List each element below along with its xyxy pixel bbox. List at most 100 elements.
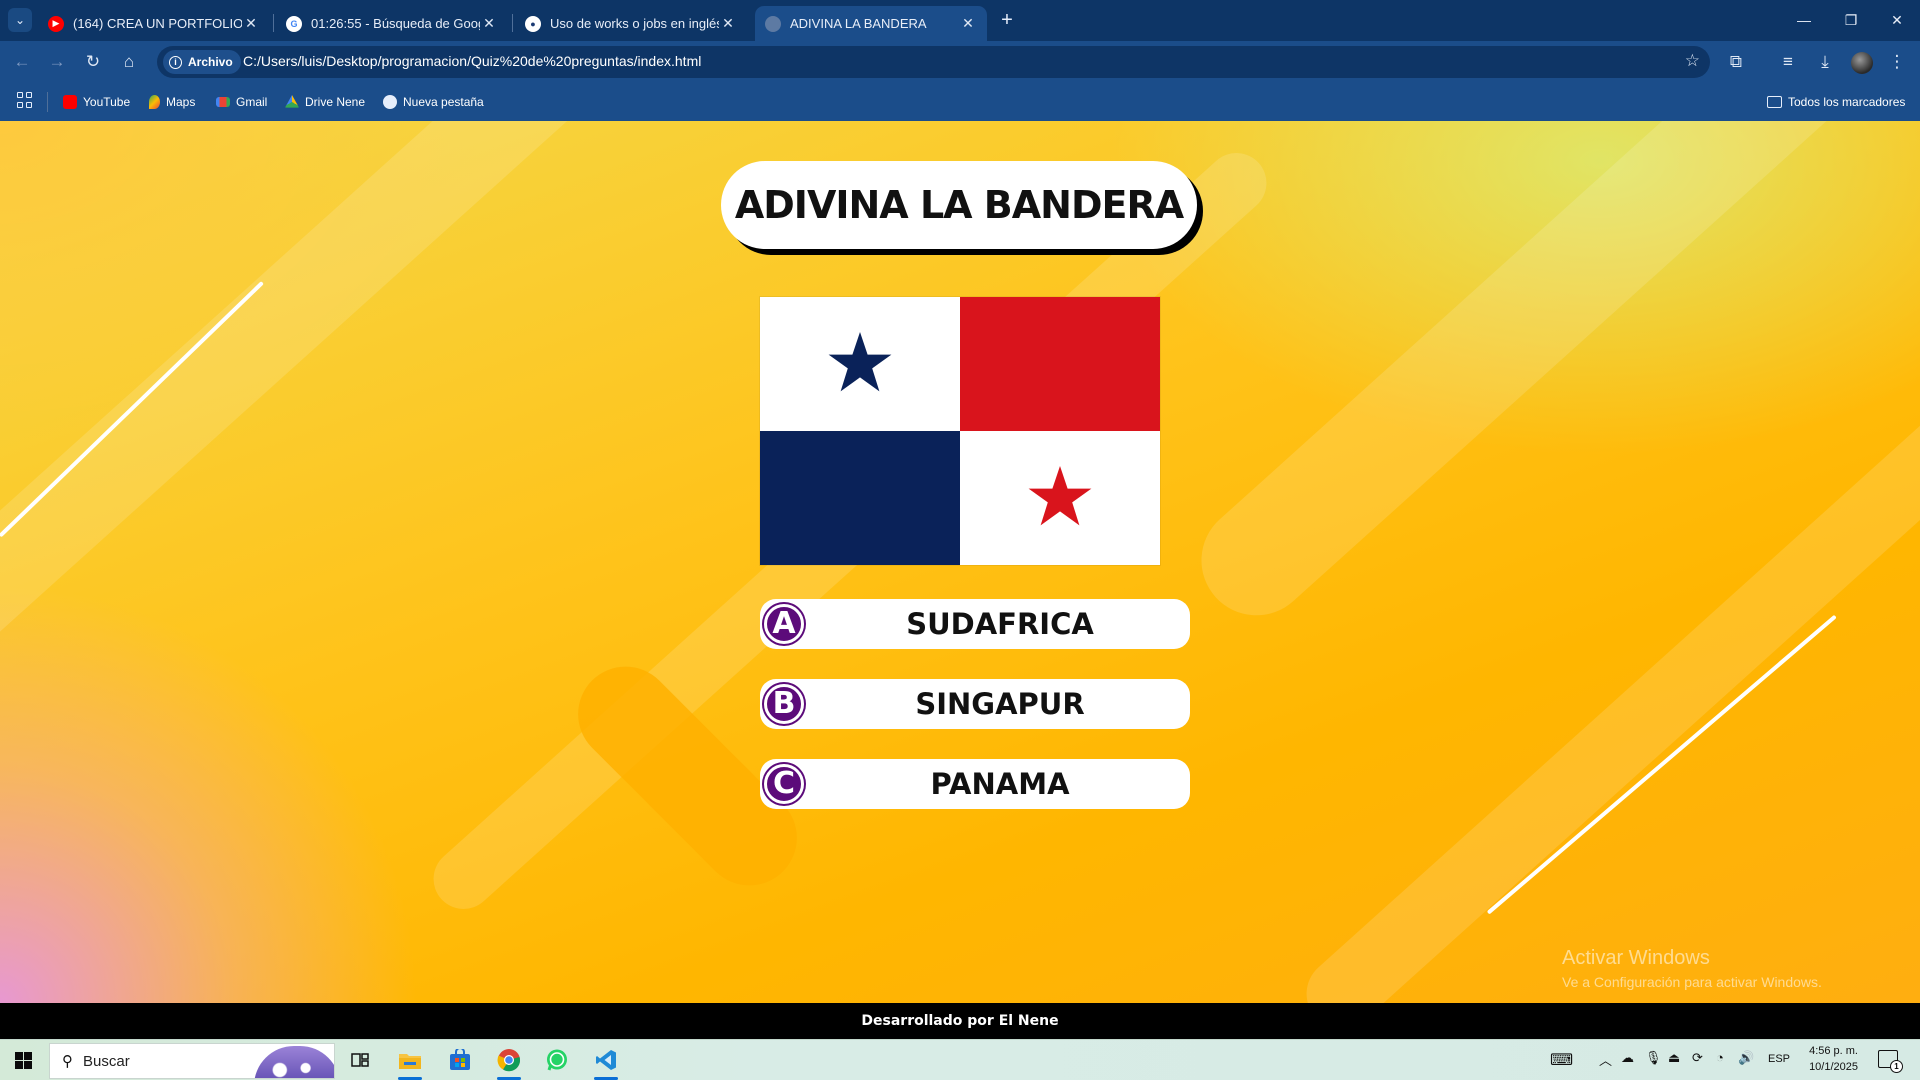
- browser-toolbar: ← → ↻ ⌂ i Archivo C:/Users/luis/Desktop/…: [0, 41, 1920, 83]
- all-bookmarks-label: Todos los marcadores: [1788, 95, 1906, 109]
- tab-divider: [273, 14, 274, 32]
- site-icon: ●: [525, 15, 541, 32]
- close-icon[interactable]: ✕: [959, 15, 977, 32]
- folder-icon: [1767, 96, 1782, 108]
- windows-start-icon[interactable]: [15, 1052, 32, 1069]
- taskbar-search[interactable]: ⚲ Buscar: [49, 1043, 335, 1079]
- notification-count: 1: [1890, 1060, 1903, 1073]
- answer-letter-badge: A: [764, 604, 804, 644]
- close-icon[interactable]: ✕: [242, 15, 260, 32]
- tab-adivina-la-bandera[interactable]: ADIVINA LA BANDERA ✕: [755, 6, 987, 41]
- tab-youtube[interactable]: ▶ (164) CREA UN PORTFOLIO PRO ✕: [38, 6, 270, 41]
- search-placeholder: Buscar: [83, 1052, 130, 1070]
- bookmark-drive-nene[interactable]: Drive Nene: [285, 93, 365, 111]
- answer-letter-badge: B: [764, 684, 804, 724]
- tab-title: ADIVINA LA BANDERA: [790, 16, 927, 31]
- answer-option-c[interactable]: C PANAMA: [760, 759, 1190, 809]
- tab-works-jobs[interactable]: ● Uso de works o jobs en inglés - ✕: [515, 6, 747, 41]
- minimize-button[interactable]: —: [1781, 6, 1827, 34]
- bookmark-label: Nueva pestaña: [403, 95, 484, 109]
- language-indicator[interactable]: ESP: [1768, 1053, 1790, 1065]
- answer-letter-badge: C: [764, 764, 804, 804]
- chrome-icon[interactable]: [493, 1046, 525, 1080]
- watermark-title: Activar Windows: [1562, 947, 1710, 969]
- notification-center-icon[interactable]: 1: [1878, 1050, 1903, 1073]
- reload-icon[interactable]: ↻: [81, 50, 105, 74]
- back-icon[interactable]: ←: [10, 50, 34, 74]
- menu-icon[interactable]: ⋮: [1885, 50, 1909, 74]
- volume-icon[interactable]: 🔊: [1738, 1050, 1754, 1066]
- globe-icon: [765, 15, 781, 32]
- bookmark-maps[interactable]: Maps: [149, 93, 195, 111]
- tab-title: (164) CREA UN PORTFOLIO PRO: [73, 16, 242, 31]
- new-tab-button[interactable]: +: [995, 8, 1019, 32]
- whatsapp-icon[interactable]: [541, 1046, 573, 1074]
- tab-search-button[interactable]: ⌄: [8, 8, 32, 32]
- close-window-button[interactable]: ✕: [1874, 6, 1920, 34]
- gmail-icon: [216, 97, 230, 107]
- apps-grid-icon[interactable]: [17, 92, 33, 108]
- profile-avatar[interactable]: [1851, 52, 1873, 74]
- search-highlight-art: [254, 1046, 334, 1078]
- chip-label: Archivo: [188, 55, 233, 69]
- answer-option-b[interactable]: B SINGAPUR: [760, 679, 1190, 729]
- extensions-icon[interactable]: ⧉: [1724, 50, 1748, 74]
- background-streak: [0, 121, 615, 681]
- taskbar-clock[interactable]: 4:56 p. m. 10/1/2025: [1806, 1043, 1858, 1075]
- update-icon[interactable]: ⟳: [1692, 1050, 1703, 1066]
- clock-date: 10/1/2025: [1809, 1061, 1858, 1073]
- maps-icon: [149, 95, 160, 109]
- youtube-icon: [63, 95, 77, 109]
- media-controls-icon[interactable]: ≡: [1776, 50, 1800, 74]
- quiz-title: ADIVINA LA BANDERA: [734, 183, 1184, 227]
- drive-icon: [285, 95, 299, 108]
- tab-strip: ⌄ ▶ (164) CREA UN PORTFOLIO PRO ✕ G 01:2…: [0, 0, 1920, 41]
- tab-title: 01:26:55 - Búsqueda de Google: [311, 16, 480, 31]
- bookmark-nueva-pestana[interactable]: Nueva pestaña: [383, 93, 484, 111]
- bookmark-youtube[interactable]: YouTube: [63, 93, 130, 111]
- chevron-up-icon[interactable]: ︿: [1599, 1050, 1612, 1069]
- forward-icon[interactable]: →: [45, 50, 69, 74]
- bookmark-label: Gmail: [236, 95, 268, 109]
- home-icon[interactable]: ⌂: [117, 50, 141, 74]
- bookmark-gmail[interactable]: Gmail: [216, 93, 267, 111]
- task-view-icon[interactable]: [344, 1046, 376, 1074]
- info-icon: i: [169, 55, 182, 69]
- watermark-subtitle: Ve a Configuración para activar Windows.: [1562, 974, 1822, 990]
- answer-option-a[interactable]: A SUDAFRICA: [760, 599, 1190, 649]
- activation-watermark: Activar Windows Ve a Configuración para …: [1562, 947, 1822, 990]
- bookmark-star-icon[interactable]: ☆: [1685, 51, 1700, 71]
- answer-label: PANAMA: [930, 767, 1070, 801]
- flag-bottom-left-blue: [760, 431, 960, 565]
- download-icon[interactable]: ⤓: [1813, 50, 1837, 74]
- close-icon[interactable]: ✕: [719, 15, 737, 32]
- all-bookmarks[interactable]: Todos los marcadores: [1767, 93, 1905, 111]
- microphone-icon[interactable]: 🎙: [1645, 1050, 1662, 1066]
- restore-button[interactable]: ❐: [1828, 6, 1874, 34]
- tab-google[interactable]: G 01:26:55 - Búsqueda de Google ✕: [276, 6, 508, 41]
- flag-image: [760, 297, 1160, 565]
- bookmarks-divider: [47, 92, 48, 112]
- bookmark-label: YouTube: [83, 95, 131, 109]
- globe-icon: [383, 95, 397, 109]
- quiz-page: ADIVINA LA BANDERA A SUDAFRICA B SINGAPU…: [0, 121, 1920, 1003]
- google-icon: G: [286, 15, 302, 32]
- keyboard-icon[interactable]: ⌨: [1550, 1050, 1573, 1070]
- address-bar[interactable]: i Archivo C:/Users/luis/Desktop/programa…: [157, 46, 1710, 78]
- onedrive-icon[interactable]: ☁: [1621, 1050, 1634, 1066]
- tab-title: Uso de works o jobs en inglés -: [550, 16, 719, 31]
- wifi-icon[interactable]: ◔: [1716, 1050, 1724, 1065]
- answer-label: SINGAPUR: [915, 687, 1085, 721]
- clock-time: 4:56 p. m.: [1809, 1045, 1858, 1057]
- quiz-title-box: ADIVINA LA BANDERA: [721, 161, 1197, 249]
- youtube-icon: ▶: [48, 15, 64, 32]
- url-text[interactable]: C:/Users/luis/Desktop/programacion/Quiz%…: [243, 53, 701, 69]
- site-info-chip[interactable]: i Archivo: [163, 50, 241, 74]
- close-icon[interactable]: ✕: [480, 15, 498, 32]
- file-explorer-icon[interactable]: [394, 1046, 426, 1080]
- answer-label: SUDAFRICA: [906, 607, 1094, 641]
- vscode-icon[interactable]: [590, 1046, 622, 1080]
- store-icon[interactable]: [444, 1046, 476, 1074]
- search-icon: ⚲: [62, 1053, 73, 1070]
- usb-icon[interactable]: ⏏: [1668, 1050, 1680, 1066]
